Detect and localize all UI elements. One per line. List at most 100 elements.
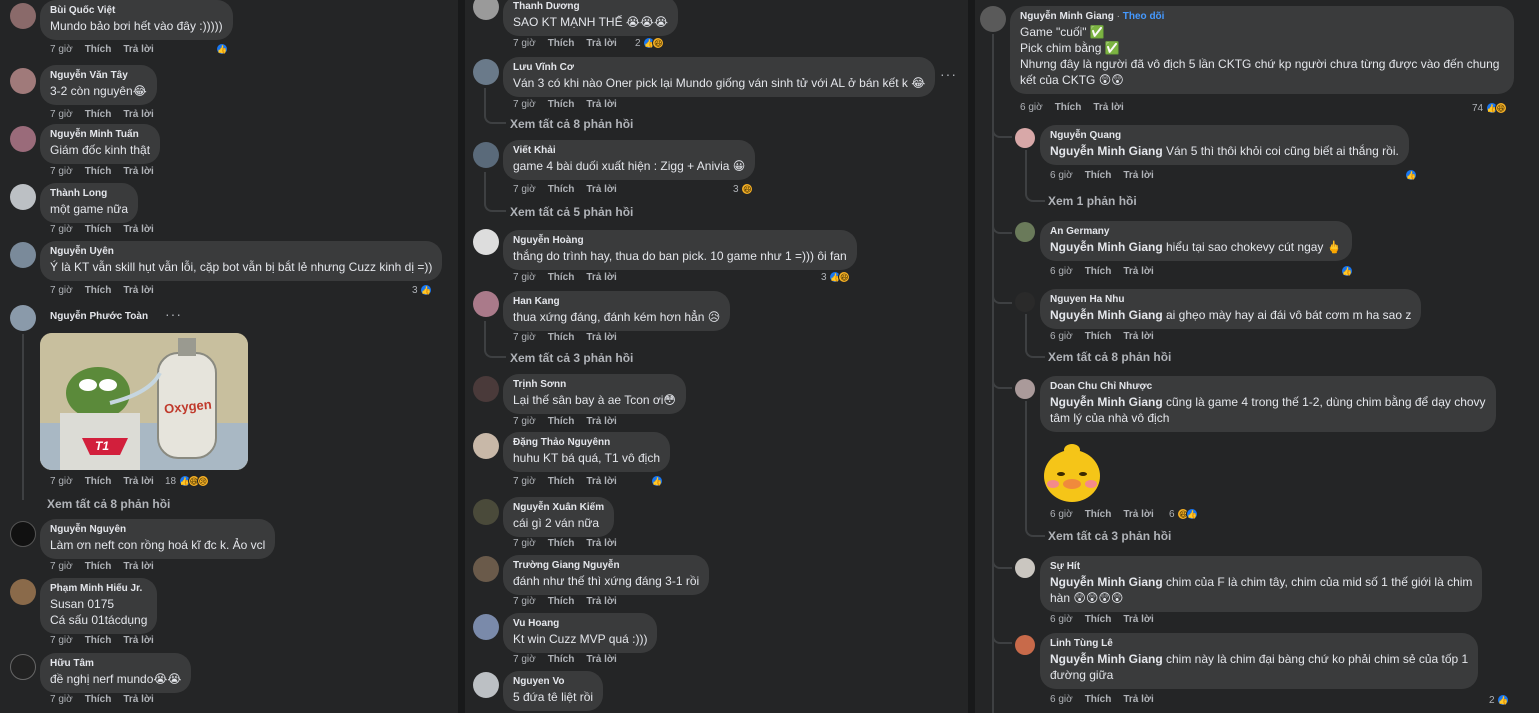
commenter-name[interactable]: Trường Giang Nguyễn <box>513 559 699 573</box>
avatar[interactable] <box>473 433 499 459</box>
commenter-name[interactable]: Han Kang <box>513 295 720 309</box>
reply-button[interactable]: Trả lời <box>586 538 616 549</box>
commenter-name[interactable]: Viết Khải <box>513 144 745 158</box>
reply-button[interactable]: Trả lời <box>586 272 616 283</box>
reply-button[interactable]: Trả lời <box>586 184 616 195</box>
avatar[interactable] <box>1015 128 1035 148</box>
view-replies-link[interactable]: Xem tất cả 8 phản hồi <box>1048 350 1171 364</box>
like-button[interactable]: Thích <box>548 654 575 665</box>
avatar[interactable] <box>473 142 499 168</box>
commenter-name[interactable]: Vu Hoang <box>513 617 647 631</box>
view-replies-link[interactable]: Xem tất cả 5 phản hồi <box>510 205 633 219</box>
mention-tag[interactable]: Nguyễn Minh Giang <box>1050 240 1163 254</box>
reply-button[interactable]: Trả lời <box>586 99 616 110</box>
like-button[interactable]: Thích <box>548 38 575 49</box>
reaction-count[interactable]: 2 👍 😆 <box>635 37 665 49</box>
commenter-name[interactable]: Linh Tùng Lê <box>1050 637 1468 651</box>
commenter-name[interactable]: Nguyễn Minh Tuấn <box>50 128 150 142</box>
reply-button[interactable]: Trả lời <box>1123 614 1153 625</box>
like-button[interactable]: Thích <box>548 416 575 427</box>
like-button[interactable]: Thích <box>1055 102 1082 113</box>
reply-button[interactable]: Trả lời <box>586 332 616 343</box>
commenter-name[interactable]: Trịnh Sơnn <box>513 378 676 392</box>
commenter-name[interactable]: Hữu Tâm <box>50 657 181 671</box>
commenter-name[interactable]: Nguyễn Xuân Kiếm <box>513 501 604 515</box>
reply-button[interactable]: Trả lời <box>1123 694 1153 705</box>
avatar[interactable] <box>980 6 1006 32</box>
like-button[interactable]: Thích <box>548 332 575 343</box>
avatar[interactable] <box>1015 635 1035 655</box>
reaction-count[interactable]: 👍 <box>1341 265 1353 277</box>
commenter-name[interactable]: Lưu Vĩnh Cơ <box>513 61 925 75</box>
reply-button[interactable]: Trả lời <box>123 109 153 120</box>
like-button[interactable]: Thích <box>85 561 112 572</box>
reaction-count[interactable]: 74 👍 😆 <box>1472 102 1507 114</box>
avatar[interactable] <box>473 59 499 85</box>
commenter-name[interactable]: Nguyen Vo <box>513 675 593 689</box>
reply-button[interactable]: Trả lời <box>586 416 616 427</box>
avatar[interactable] <box>1015 379 1035 399</box>
reply-button[interactable]: Trả lời <box>1123 331 1153 342</box>
like-button[interactable]: Thích <box>85 694 112 705</box>
reply-button[interactable]: Trả lời <box>1123 170 1153 181</box>
sticker-image[interactable] <box>1039 440 1105 506</box>
view-replies-link[interactable]: Xem 1 phản hồi <box>1048 194 1137 208</box>
view-replies-link[interactable]: Xem tất cả 3 phản hồi <box>1048 529 1171 543</box>
like-button[interactable]: Thích <box>85 109 112 120</box>
reaction-count[interactable]: 18 👍 😆 😢 <box>165 475 209 487</box>
avatar[interactable] <box>10 184 36 210</box>
avatar[interactable] <box>10 579 36 605</box>
reaction-count[interactable]: 👍 <box>1405 169 1417 181</box>
avatar[interactable] <box>10 305 36 331</box>
meme-image[interactable]: Oxygen T1 <box>40 333 248 470</box>
mention-tag[interactable]: Nguyễn Minh Giang <box>1050 308 1163 322</box>
reaction-count[interactable]: 3 👍 😆 <box>821 271 851 283</box>
avatar[interactable] <box>473 556 499 582</box>
mention-tag[interactable]: Nguyễn Minh Giang <box>1050 652 1163 666</box>
follow-button[interactable]: Theo dõi <box>1123 11 1165 22</box>
commenter-name[interactable]: Nguyễn Quang <box>1050 129 1399 143</box>
like-button[interactable]: Thích <box>85 224 112 235</box>
like-button[interactable]: Thích <box>1085 170 1112 181</box>
commenter-name[interactable]: Phạm Minh Hiếu Jr. <box>50 582 147 596</box>
like-button[interactable]: Thích <box>548 99 575 110</box>
more-options-icon[interactable]: ··· <box>940 66 957 82</box>
reply-button[interactable]: Trả lời <box>123 476 153 487</box>
avatar[interactable] <box>473 229 499 255</box>
like-button[interactable]: Thích <box>548 272 575 283</box>
mention-tag[interactable]: Nguyễn Minh Giang <box>1050 575 1163 589</box>
avatar[interactable] <box>473 614 499 640</box>
commenter-name[interactable]: Nguyen Ha Nhu <box>1050 293 1411 307</box>
like-button[interactable]: Thích <box>548 184 575 195</box>
reply-button[interactable]: Trả lời <box>123 561 153 572</box>
avatar[interactable] <box>1015 292 1035 312</box>
commenter-name[interactable]: Nguyễn Phước Toàn <box>50 310 148 324</box>
avatar[interactable] <box>10 521 36 547</box>
reply-button[interactable]: Trả lời <box>1123 509 1153 520</box>
reply-button[interactable]: Trả lời <box>123 694 153 705</box>
like-button[interactable]: Thích <box>1085 266 1112 277</box>
reply-button[interactable]: Trả lời <box>123 285 153 296</box>
commenter-name[interactable]: Nguyễn Minh Giang <box>1020 11 1114 22</box>
commenter-name[interactable]: Doan Chu Chỉ Nhược <box>1050 380 1486 394</box>
reaction-count[interactable]: 2 👍 <box>1489 694 1510 706</box>
avatar[interactable] <box>473 376 499 402</box>
commenter-name[interactable]: Nguyễn Nguyên <box>50 523 265 537</box>
mention-tag[interactable]: Nguyễn Minh Giang <box>1050 395 1163 409</box>
like-button[interactable]: Thích <box>85 166 112 177</box>
like-button[interactable]: Thích <box>85 635 112 646</box>
like-button[interactable]: Thích <box>85 44 112 55</box>
reaction-count[interactable]: 3 😆 <box>733 183 754 195</box>
reply-button[interactable]: Trả lời <box>123 224 153 235</box>
avatar[interactable] <box>473 499 499 525</box>
like-button[interactable]: Thích <box>1085 614 1112 625</box>
like-button[interactable]: Thích <box>1085 509 1112 520</box>
commenter-name[interactable]: Nguyễn Uyên <box>50 245 432 259</box>
avatar[interactable] <box>10 126 36 152</box>
reply-button[interactable]: Trả lời <box>586 476 616 487</box>
commenter-name[interactable]: Đặng Thảo Nguyênn <box>513 436 660 450</box>
commenter-name[interactable]: Bùi Quốc Việt <box>50 4 223 18</box>
reply-button[interactable]: Trả lời <box>586 38 616 49</box>
mention-tag[interactable]: Nguyễn Minh Giang <box>1050 144 1163 158</box>
commenter-name[interactable]: Nguyễn Văn Tây <box>50 69 147 83</box>
